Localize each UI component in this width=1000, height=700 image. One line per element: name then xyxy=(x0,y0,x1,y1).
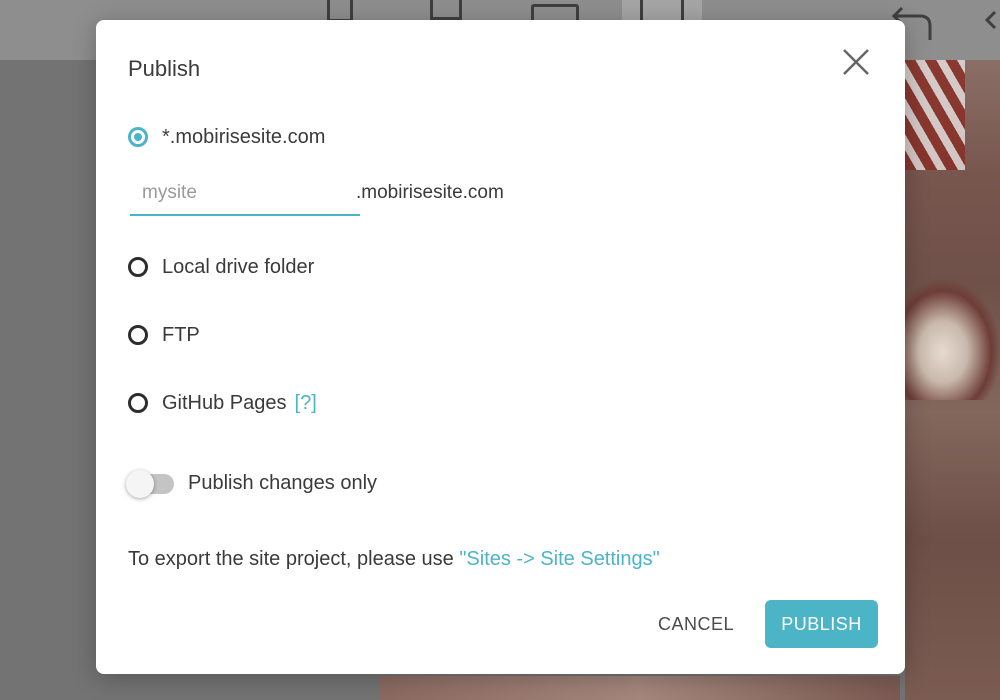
cancel-button[interactable]: CANCEL xyxy=(650,600,742,648)
radio-ftp[interactable] xyxy=(128,325,148,345)
toggle-label: Publish changes only xyxy=(188,472,378,494)
close-icon[interactable] xyxy=(836,42,876,82)
app-screen: Publish *.mobirisesite.com .mobirisesite… xyxy=(0,0,1000,700)
domain-suffix: .mobirisesite.com xyxy=(356,182,504,203)
radio-github-pages[interactable] xyxy=(128,393,148,413)
publish-dialog: Publish *.mobirisesite.com .mobirisesite… xyxy=(96,20,905,674)
github-help-link[interactable]: [?] xyxy=(295,392,317,415)
background-photo-strip xyxy=(380,676,900,700)
option-label: FTP xyxy=(162,323,200,346)
dialog-title: Publish xyxy=(128,56,201,81)
option-label: *.mobirisesite.com xyxy=(162,125,326,148)
export-note-text: To export the site project, please use xyxy=(128,548,460,570)
radio-local-drive[interactable] xyxy=(128,257,148,277)
option-ftp[interactable]: FTP xyxy=(128,322,200,348)
radio-mobirisesite[interactable] xyxy=(128,127,148,147)
publish-changes-toggle-row[interactable]: Publish changes only xyxy=(126,469,378,498)
option-mobirisesite[interactable]: *.mobirisesite.com xyxy=(128,124,325,150)
redo-icon xyxy=(984,10,997,30)
photo-candy-stripes xyxy=(905,60,965,170)
publish-changes-toggle[interactable] xyxy=(126,469,174,498)
option-github-pages[interactable]: GitHub Pages [?] xyxy=(128,390,317,416)
tablet-view-icon xyxy=(430,0,462,20)
toggle-thumb[interactable] xyxy=(126,469,154,498)
site-settings-link[interactable]: "Sites -> Site Settings" xyxy=(459,548,659,570)
option-label: GitHub Pages xyxy=(162,391,287,414)
publish-button[interactable]: PUBLISH xyxy=(765,600,878,648)
option-local-drive[interactable]: Local drive folder xyxy=(128,254,314,280)
export-note: To export the site project, please use "… xyxy=(128,548,660,571)
mobile-view-icon xyxy=(327,0,353,22)
subdomain-input[interactable] xyxy=(130,172,360,216)
option-label: Local drive folder xyxy=(162,255,315,278)
background-photo xyxy=(905,60,1000,700)
photo-smile xyxy=(905,280,1000,400)
